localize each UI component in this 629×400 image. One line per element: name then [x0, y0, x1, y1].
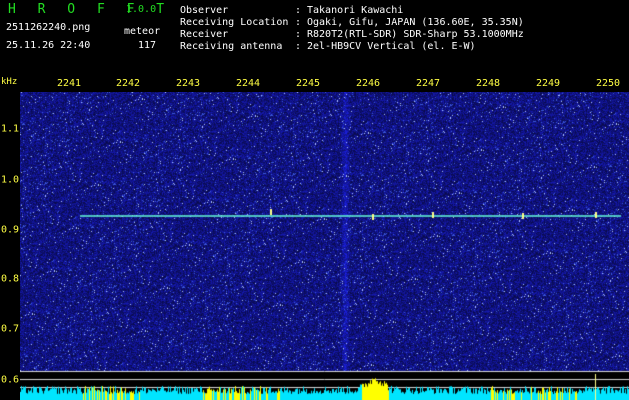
freq-tick-label: 2249 — [535, 78, 561, 89]
header-panel: H R O F F T 1.0.0 2511262240.png 25.11.2… — [0, 0, 629, 74]
freq-tick-label: 2243 — [175, 78, 201, 89]
info-label: Receiver — [180, 29, 229, 40]
info-separator: : — [295, 41, 302, 52]
info-separator: : — [295, 29, 302, 40]
amplitude-axis: 1.1 1.0 0.9 0.8 0.7 0.6 — [0, 92, 20, 400]
info-label: Receiving Location — [180, 17, 289, 28]
mode-label: meteor — [124, 26, 161, 37]
info-label: Observer — [180, 5, 229, 16]
info-row-location: Receiving Location: Ogaki, Gifu, JAPAN (1… — [180, 17, 524, 28]
freq-tick-label: 2242 — [115, 78, 141, 89]
y-tick-label: 1.1 — [1, 123, 20, 135]
y-tick-label: 0.8 — [1, 273, 20, 285]
freq-tick-label: 2244 — [235, 78, 261, 89]
info-separator: : — [295, 5, 302, 16]
count-label: 117 — [138, 40, 157, 51]
y-tick-label: 1.0 — [1, 174, 20, 186]
freq-tick-label: 2248 — [475, 78, 501, 89]
y-tick-label: 0.7 — [1, 323, 20, 335]
y-tick-label: 0.6 — [1, 374, 20, 386]
freq-tick-label: 2250 — [595, 78, 621, 89]
app-version: 1.0.0 — [126, 4, 157, 15]
frequency-axis: 2241 2242 2243 2244 2245 2246 2247 2248 … — [0, 76, 629, 92]
info-value: R820T2(RTL-SDR) SDR-Sharp 53.1000MHz — [307, 29, 524, 40]
freq-tick-label: 2241 — [56, 78, 82, 89]
info-value: 2el-HB9CV Vertical (el. E-W) — [307, 41, 476, 52]
y-tick-label: 0.9 — [1, 224, 20, 236]
spectrogram-canvas — [20, 92, 629, 400]
freq-tick-label: 2247 — [415, 78, 441, 89]
freq-tick-label: 2246 — [355, 78, 381, 89]
info-value: Ogaki, Gifu, JAPAN (136.60E, 35.35N) — [307, 17, 524, 28]
info-separator: : — [295, 17, 302, 28]
freq-tick-label: 2245 — [295, 78, 321, 89]
info-row-observer: Observer: Takanori Kawachi — [180, 5, 403, 16]
info-value: Takanori Kawachi — [307, 5, 404, 16]
info-label: Receiving antenna — [180, 41, 283, 52]
datetime-label: 25.11.26 22:40 — [6, 40, 91, 51]
info-row-antenna: Receiving antenna:2el-HB9CV Vertical (el… — [180, 41, 476, 52]
info-row-receiver: Receiver: R820T2(RTL-SDR) SDR-Sharp 53.10… — [180, 29, 524, 40]
filename-label: 2511262240.png — [6, 22, 91, 33]
